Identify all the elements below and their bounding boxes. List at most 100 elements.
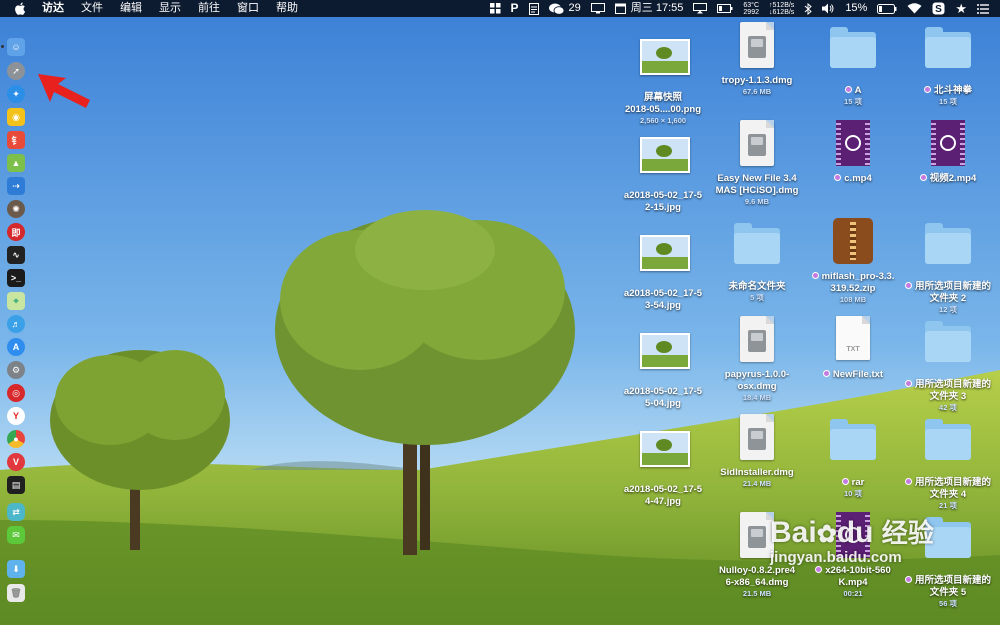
wechat-icon[interactable]: 29	[548, 0, 581, 17]
battery-status-icon[interactable]	[717, 4, 733, 13]
wifi-icon[interactable]	[907, 3, 922, 14]
file-name: a2018-05-02_17-5 2-15.jpg	[618, 190, 708, 214]
maps-icon[interactable]: ⌖	[7, 292, 25, 310]
file-name: tropy-1.1.3.dmg	[712, 75, 802, 87]
safari-icon[interactable]: ✦	[7, 85, 25, 103]
activity-monitor-icon[interactable]: ∿	[7, 246, 25, 264]
vivaldi-icon[interactable]: V	[7, 453, 25, 471]
desktop-item[interactable]: a2018-05-02_17-5 5-04.jpg	[618, 324, 708, 410]
desktop-item[interactable]: miflash_pro-3.3. 319.52.zip 108 MB	[808, 218, 898, 305]
p-app-icon[interactable]: P	[511, 0, 519, 17]
menu-app-name[interactable]: 访达	[42, 0, 64, 17]
zip-archive-icon	[833, 218, 873, 264]
file-name: 用所选项目新建的 文件夹 5	[903, 575, 993, 599]
dock: ☺ ➚ ✦ ◉ 钅 ▲ ⇢ ✺ 即 ∿ >_ ⌖ ♬ A ⚙ ◎ Y ● V ▤…	[0, 34, 30, 614]
file-thumbnail	[638, 235, 690, 285]
file-name-text: NewFile.txt	[832, 369, 884, 380]
image-thumbnail	[640, 39, 690, 75]
desktop-item[interactable]: a2018-05-02_17-5 2-15.jpg	[618, 128, 708, 214]
disk-image-icon	[740, 120, 774, 166]
file-meta: 10 项	[844, 489, 862, 498]
document-icon[interactable]	[528, 2, 539, 15]
desktop-item[interactable]: Easy New File 3.4 MAS [HCiSO].dmg 9.6 MB	[712, 120, 802, 207]
grid-menu-icon[interactable]	[489, 3, 501, 14]
file-meta: 15 项	[844, 97, 862, 106]
chrome-icon[interactable]: ●	[7, 430, 25, 448]
disk-image-icon	[740, 22, 774, 68]
network-monitor[interactable]: ↑512B/s ↓612B/s	[769, 2, 794, 16]
file-name: NewFile.txt	[808, 369, 898, 381]
notification-center-icon[interactable]	[977, 3, 989, 14]
desktop-item[interactable]: A 15 项	[808, 22, 898, 107]
file-name: 视频2.mp4	[903, 173, 993, 185]
launchpad-icon[interactable]: ➚	[7, 62, 25, 80]
terminal-icon[interactable]: >_	[7, 269, 25, 287]
downloads-folder-icon[interactable]: ⬇	[7, 560, 25, 578]
desktop-item[interactable]: SidInstaller.dmg 21.4 MB	[712, 414, 802, 489]
netease-music-icon[interactable]: ◎	[7, 384, 25, 402]
apple-menu-icon[interactable]	[14, 2, 26, 15]
desktop-item[interactable]: 未命名文件夹 5 项	[712, 218, 802, 303]
file-name: a2018-05-02_17-5 5-04.jpg	[618, 386, 708, 410]
purple-tag-icon	[844, 86, 852, 93]
file-name-text: 北斗神拳	[933, 85, 972, 96]
teamviewer-icon[interactable]: ⇄	[7, 503, 25, 521]
gear-app-icon[interactable]: ✺	[7, 200, 25, 218]
system-preferences-icon[interactable]: ⚙	[7, 361, 25, 379]
file-thumbnail	[923, 120, 973, 170]
desktop-item[interactable]: c.mp4	[808, 120, 898, 185]
s-app-icon[interactable]: S	[932, 2, 945, 15]
file-meta: 21 项	[939, 501, 957, 510]
siri-icon[interactable]: ♬	[7, 315, 25, 333]
desktop-item[interactable]: a2018-05-02_17-5 4-47.jpg	[618, 422, 708, 508]
desktop-item[interactable]: 用所选项目新建的 文件夹 4 21 项	[903, 414, 993, 511]
desktop-item[interactable]: 用所选项目新建的 文件夹 2 12 项	[903, 218, 993, 315]
file-meta: 42 项	[939, 403, 957, 412]
menu-edit[interactable]: 编辑	[120, 0, 142, 17]
star-icon[interactable]: ★	[955, 0, 967, 17]
battery-icon[interactable]	[877, 3, 897, 14]
calendar-icon[interactable]: 周三 17:55	[614, 0, 683, 17]
menu-help[interactable]: 帮助	[276, 0, 298, 17]
file-name: a2018-05-02_17-5 4-47.jpg	[618, 484, 708, 508]
desktop-item[interactable]: 视频2.mp4	[903, 120, 993, 185]
menu-window[interactable]: 窗口	[237, 0, 259, 17]
desktop-item[interactable]: 屏幕快照 2018-05....00.png 2,560 × 1,600	[618, 30, 708, 126]
volume-icon[interactable]	[822, 3, 835, 14]
dictionary-app-icon[interactable]: 即	[7, 223, 25, 241]
yandex-browser-icon[interactable]: Y	[7, 407, 25, 425]
console-icon[interactable]: ▤	[7, 476, 25, 494]
red-app-icon[interactable]: 钅	[7, 131, 25, 149]
desktop-item[interactable]: 北斗神拳 15 项	[903, 22, 993, 107]
android-icon[interactable]: ▲	[7, 154, 25, 172]
migration-icon[interactable]: ⇢	[7, 177, 25, 195]
desktop-item[interactable]: TXT NewFile.txt	[808, 316, 898, 381]
menu-go[interactable]: 前往	[198, 0, 220, 17]
file-name: 用所选项目新建的 文件夹 2	[903, 281, 993, 305]
finder-icon[interactable]: ☺	[7, 38, 25, 56]
watermark-cn: 经验	[881, 518, 934, 548]
file-meta: 67.6 MB	[742, 87, 772, 96]
menu-view[interactable]: 显示	[159, 0, 181, 17]
screen-recorder-icon[interactable]	[693, 3, 708, 14]
file-name-text: Nulloy-0.8.2.pre4 6-x86_64.dmg	[718, 565, 796, 588]
bluetooth-icon[interactable]	[804, 2, 813, 15]
desktop-item[interactable]: a2018-05-02_17-5 3-54.jpg	[618, 226, 708, 312]
app-store-icon[interactable]: A	[7, 338, 25, 356]
trash-icon[interactable]: 🗑	[7, 584, 25, 602]
file-name: Easy New File 3.4 MAS [HCiSO].dmg	[712, 173, 802, 197]
file-meta: 21.4 MB	[742, 479, 772, 488]
battery-percent[interactable]: 15%	[845, 0, 867, 17]
display-icon[interactable]	[590, 3, 605, 14]
desktop-item[interactable]: papyrus-1.0.0- osx.dmg 18.4 MB	[712, 316, 802, 403]
desktop-item[interactable]: rar 10 项	[808, 414, 898, 499]
desktop-item[interactable]: tropy-1.1.3.dmg 67.6 MB	[712, 22, 802, 97]
photo-viewer-icon[interactable]: ◉	[7, 108, 25, 126]
desktop-item[interactable]: 用所选项目新建的 文件夹 3 42 项	[903, 316, 993, 413]
cpu-monitor[interactable]: 63°C 2992	[743, 2, 759, 16]
file-name-text: miflash_pro-3.3. 319.52.zip	[821, 271, 895, 294]
menu-file[interactable]: 文件	[81, 0, 103, 17]
wechat-dock-icon[interactable]: ✉	[7, 526, 25, 544]
file-thumbnail	[732, 223, 782, 278]
purple-tag-icon	[815, 566, 823, 573]
